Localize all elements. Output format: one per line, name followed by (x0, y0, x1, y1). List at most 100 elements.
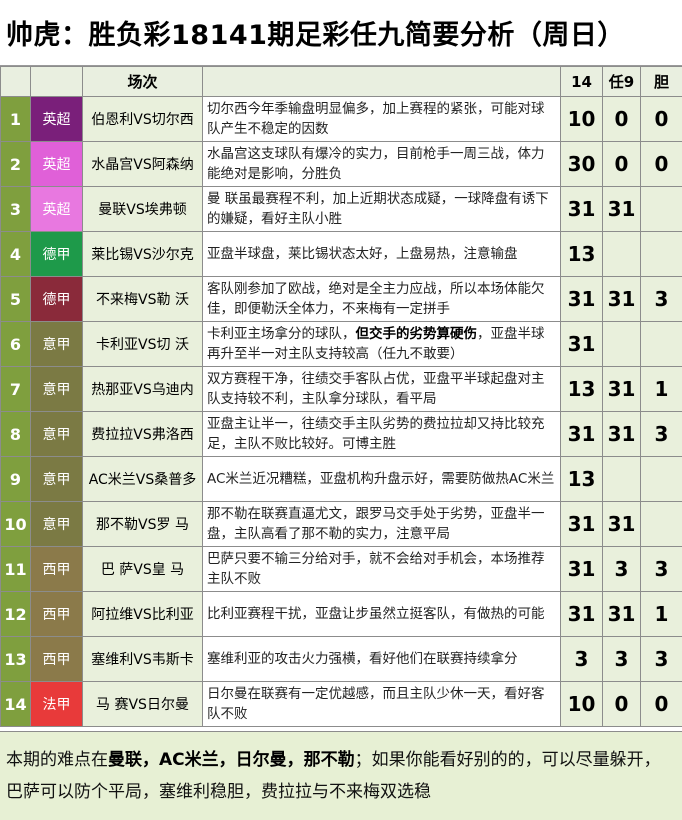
match-name: 伯恩利VS切尔西 (82, 96, 203, 142)
analysis-note: 卡利亚主场拿分的球队，但交手的劣势算硬伤，亚盘半球再升至半一对主队支持较高（任九… (202, 321, 561, 367)
table-row: 11 西甲巴 萨VS皇 马巴萨只要不输三分给对手，就不会给对手机会，本场推荐主队不… (0, 546, 682, 592)
pick-banker (640, 456, 682, 502)
pick-14: 31 (560, 501, 603, 547)
league-badge: 英超 (30, 96, 83, 142)
pick-banker (640, 501, 682, 547)
match-name: 费拉拉VS弗洛西 (82, 411, 203, 457)
match-name: AC米兰VS桑普多 (82, 456, 203, 502)
pick-9: 31 (602, 411, 641, 457)
note-text: 曼 联虽最赛程不利，加上近期状态成疑，一球降盘有诱下的嫌疑，看好主队小胜 (207, 191, 549, 227)
pick-14: 31 (560, 321, 603, 367)
note-text: 双方赛程干净，往绩交手客队占优，亚盘平半球起盘对主队支持较不利，主队拿分球队，看… (207, 371, 545, 407)
pick-14: 31 (560, 591, 603, 637)
table-row: 3 英超 曼联VS埃弗顿曼 联虽最赛程不利，加上近期状态成疑，一球降盘有诱下的嫌疑，… (0, 186, 682, 232)
analysis-note: 切尔西今年季输盘明显偏多，加上赛程的紧张，可能对球队产生不稳定的因数 (202, 96, 561, 142)
pick-banker: 1 (640, 366, 682, 412)
league-badge: 意甲 (30, 501, 83, 547)
row-number: 9 (0, 456, 31, 502)
pick-14: 3 (560, 636, 603, 682)
header-note (202, 66, 561, 97)
analysis-note: 双方赛程干净，往绩交手客队占优，亚盘平半球起盘对主队支持较不利，主队拿分球队，看… (202, 366, 561, 412)
match-name: 水晶宫VS阿森纳 (82, 141, 203, 187)
row-number: 13 (0, 636, 31, 682)
row-number: 7 (0, 366, 31, 412)
table-row: 14 法甲马 赛VS日尔曼 日尔曼在联赛有一定优越感，而且主队少休一天，看好客队不败… (0, 681, 682, 727)
pick-14: 13 (560, 231, 603, 277)
pick-14: 31 (560, 546, 603, 592)
summary-emphasis: 曼联，AC米兰，日尔曼，那不勒 (108, 750, 355, 770)
header-league (30, 66, 83, 97)
analysis-note: 日尔曼在联赛有一定优越感，而且主队少休一天，看好客队不败 (202, 681, 561, 727)
match-name: 马 赛VS日尔曼 (82, 681, 203, 727)
note-text: 那不勒在联赛直逼尤文，跟罗马交手处于劣势，亚盘半一盘，主队高看了那不勒的实力，注… (207, 506, 545, 542)
table-row: 10 意甲 那不勒VS罗 马那不勒在联赛直逼尤文，跟罗马交手处于劣势，亚盘半一盘，主… (0, 501, 682, 547)
note-text: AC米兰近况糟糕，亚盘机构升盘示好，需要防做热AC米兰 (207, 471, 555, 487)
note-text: 塞维利亚的攻击火力强横，看好他们在联赛持续拿分 (207, 651, 518, 667)
table-row: 1 英超 伯恩利VS切尔西 切尔西今年季输盘明显偏多，加上赛程的紧张，可能对球队产生不… (0, 96, 682, 142)
page-title: 帅虎：胜负彩18141期足彩任九简要分析（周日） (0, 0, 682, 66)
row-number: 3 (0, 186, 31, 232)
pick-banker (640, 321, 682, 367)
pick-9: 3 (602, 546, 641, 592)
pick-9: 0 (602, 141, 641, 187)
pick-9: 0 (602, 681, 641, 727)
league-badge: 法甲 (30, 681, 83, 727)
header-banker: 胆 (640, 66, 682, 97)
pick-14: 13 (560, 366, 603, 412)
league-badge: 意甲 (30, 411, 83, 457)
analysis-note: 那不勒在联赛直逼尤文，跟罗马交手处于劣势，亚盘半一盘，主队高看了那不勒的实力，注… (202, 501, 561, 547)
pick-14: 13 (560, 456, 603, 502)
pick-9: 3 (602, 636, 641, 682)
table-row: 7 意甲 热那亚VS乌迪内 双方赛程干净，往绩交手客队占优，亚盘平半球起盘对主队支持较… (0, 366, 682, 412)
summary-footer: 本期的难点在曼联，AC米兰，日尔曼，那不勒；如果你能看好别的的，可以尽量躲开，巴… (0, 731, 682, 820)
note-emphasis: 但交手的劣势算硬伤 (355, 326, 478, 342)
pick-14: 30 (560, 141, 603, 187)
analysis-note: AC米兰近况糟糕，亚盘机构升盘示好，需要防做热AC米兰 (202, 456, 561, 502)
pick-14: 10 (560, 681, 603, 727)
pick-9: 31 (602, 276, 641, 322)
league-badge: 英超 (30, 141, 83, 187)
row-number: 5 (0, 276, 31, 322)
table-row: 4 德甲 莱比锡VS沙尔克 亚盘半球盘，莱比锡状态太好，上盘易热，注意输盘 13 (0, 231, 682, 277)
pick-9: 31 (602, 501, 641, 547)
league-badge: 德甲 (30, 231, 83, 277)
row-number: 8 (0, 411, 31, 457)
note-text: 水晶宫这支球队有爆冷的实力，目前枪手一周三战，体力能绝对是影响，分胜负 (207, 146, 545, 182)
analysis-note: 水晶宫这支球队有爆冷的实力，目前枪手一周三战，体力能绝对是影响，分胜负 (202, 141, 561, 187)
match-name: 塞维利VS韦斯卡 (82, 636, 203, 682)
pick-banker: 3 (640, 276, 682, 322)
match-name: 那不勒VS罗 马 (82, 501, 203, 547)
note-text: 亚盘主让半一，往绩交手主队劣势的费拉拉却又持比较充足，主队不败比较好。可博主胜 (207, 416, 545, 452)
pick-banker: 3 (640, 411, 682, 457)
league-badge: 德甲 (30, 276, 83, 322)
pick-9: 31 (602, 366, 641, 412)
row-number: 11 (0, 546, 31, 592)
league-badge: 意甲 (30, 321, 83, 367)
analysis-table: 场次 14 任9 胆 1 英超 伯恩利VS切尔西 切尔西今年季输盘明显偏多，加上赛程的… (0, 66, 682, 727)
row-number: 12 (0, 591, 31, 637)
match-name: 莱比锡VS沙尔克 (82, 231, 203, 277)
row-number: 6 (0, 321, 31, 367)
pick-banker (640, 231, 682, 277)
pick-banker: 3 (640, 636, 682, 682)
table-row: 9 意甲 AC米兰VS桑普多 AC米兰近况糟糕，亚盘机构升盘示好，需要防做热AC米兰 1… (0, 456, 682, 502)
league-badge: 西甲 (30, 546, 83, 592)
pick-banker: 0 (640, 681, 682, 727)
analysis-note: 塞维利亚的攻击火力强横，看好他们在联赛持续拿分 (202, 636, 561, 682)
header-match: 场次 (82, 66, 203, 97)
header-pick14: 14 (560, 66, 603, 97)
league-badge: 意甲 (30, 456, 83, 502)
analysis-note: 亚盘主让半一，往绩交手主队劣势的费拉拉却又持比较充足，主队不败比较好。可博主胜 (202, 411, 561, 457)
pick-14: 31 (560, 411, 603, 457)
analysis-note: 曼 联虽最赛程不利，加上近期状态成疑，一球降盘有诱下的嫌疑，看好主队小胜 (202, 186, 561, 232)
table-row: 6 意甲 卡利亚VS切 沃卡利亚主场拿分的球队，但交手的劣势算硬伤，亚盘半球再升至半… (0, 321, 682, 367)
pick-9: 31 (602, 591, 641, 637)
note-text: 卡利亚主场拿分的球队， (207, 326, 356, 342)
note-text: 日尔曼在联赛有一定优越感，而且主队少休一天，看好客队不败 (207, 686, 545, 722)
table-row: 2 英超 水晶宫VS阿森纳 水晶宫这支球队有爆冷的实力，目前枪手一周三战，体力能绝对是… (0, 141, 682, 187)
pick-banker: 0 (640, 141, 682, 187)
pick-banker: 0 (640, 96, 682, 142)
pick-9 (602, 231, 641, 277)
league-badge: 西甲 (30, 591, 83, 637)
match-name: 卡利亚VS切 沃 (82, 321, 203, 367)
